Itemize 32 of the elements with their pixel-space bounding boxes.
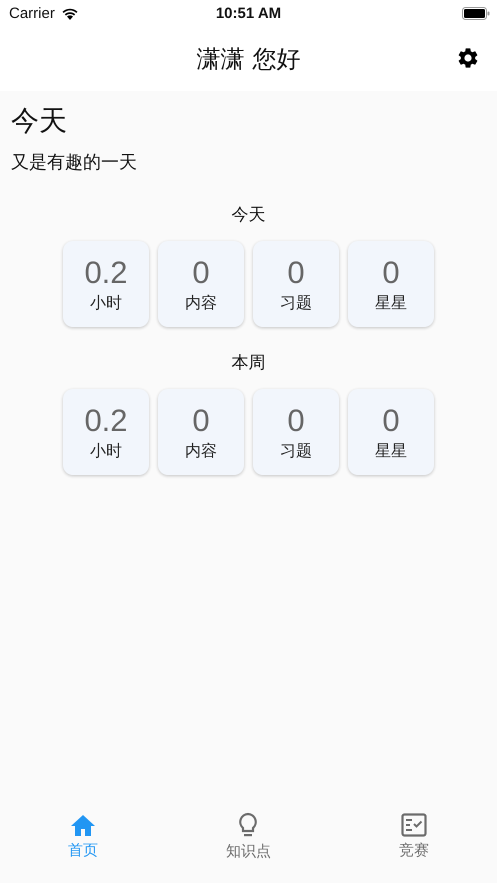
home-icon [70, 812, 96, 836]
stat-value: 0.2 [84, 254, 128, 290]
wifi-icon [60, 6, 79, 20]
stat-label: 星星 [375, 292, 407, 314]
section-title: 今天 [232, 204, 266, 227]
tab[interactable]: 知识点 [188, 801, 308, 871]
stat-value: 0.2 [84, 402, 128, 438]
stat-label: 小时 [90, 292, 122, 314]
page-title: 今天 [11, 103, 68, 139]
tab[interactable]: 竞赛 [354, 801, 474, 871]
stat-label: 内容 [185, 440, 217, 462]
carrier-label: Carrier [9, 4, 55, 22]
header-title: 潇潇 您好 [196, 44, 300, 74]
battery-icon [462, 6, 490, 20]
stat-label: 内容 [185, 292, 217, 314]
section-title: 本周 [232, 352, 266, 375]
stat-value: 0 [192, 254, 210, 290]
stat-label: 习题 [280, 292, 312, 314]
page-subtitle: 又是有趣的一天 [11, 151, 138, 175]
stat-label: 习题 [280, 440, 312, 462]
checklist-icon [401, 812, 428, 836]
stat-value: 0 [192, 402, 210, 438]
stat-value: 0 [287, 254, 305, 290]
status-time: 10:51 AM [214, 4, 282, 22]
stat-label: 小时 [90, 440, 122, 462]
stat-value: 0 [382, 254, 400, 290]
stat-value: 0 [287, 402, 305, 438]
stat-value: 0 [382, 402, 400, 438]
lightbulb-icon [238, 812, 258, 838]
settings-icon[interactable] [456, 46, 480, 70]
tab[interactable]: 首页 [22, 801, 143, 871]
stat-label: 星星 [375, 440, 407, 462]
